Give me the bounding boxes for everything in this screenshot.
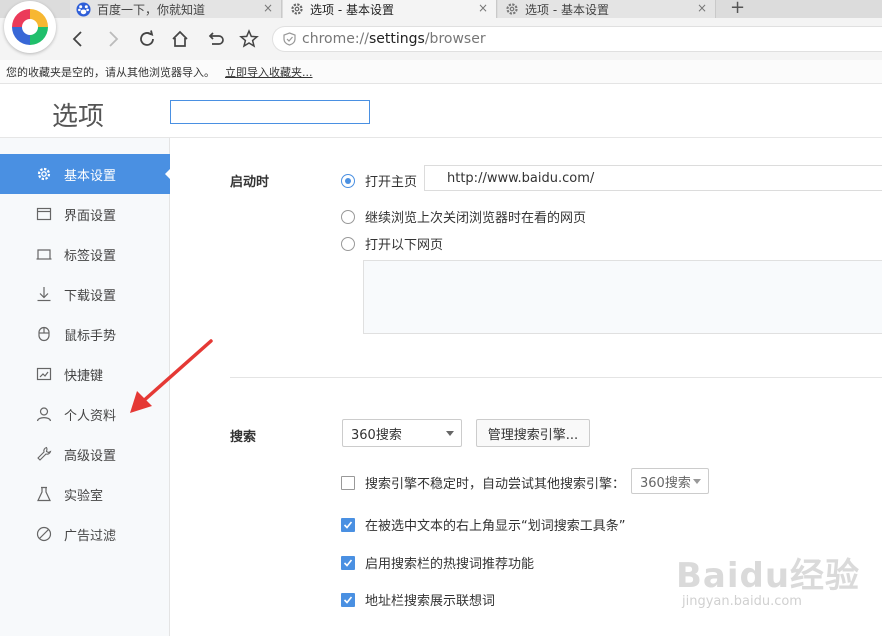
import-bookmarks-link[interactable]: 立即导入收藏夹... [225,64,313,80]
window-icon [36,206,52,222]
mouse-icon [36,326,52,342]
sidebar-item-label: 个人资料 [64,408,117,424]
select-value: 360搜索 [640,475,691,491]
close-icon[interactable]: × [263,1,273,15]
tab-settings[interactable]: 选项 - 基本设置 × [498,0,716,18]
checkbox[interactable] [341,475,355,490]
search-fallback-option[interactable]: 搜索引擎不稳定时，自动尝试其他搜索引擎： [341,473,625,492]
address-scheme: chrome:// [302,31,369,47]
undo-close-icon[interactable] [203,27,227,51]
checkbox[interactable] [341,555,355,570]
gear-icon [289,2,304,17]
homepage-url-field[interactable]: http://www.baidu.com/ [424,165,882,191]
radio-button[interactable] [341,236,355,251]
annotation-arrow-icon [130,339,213,413]
sidebar-item-download[interactable]: 下载设置 [0,274,170,314]
settings-content: 启动时 打开主页 http://www.baidu.com/ 继续浏览上次关闭浏… [171,138,882,636]
section-divider [230,377,882,378]
bookmarks-empty-message: 您的收藏夹是空的，请从其他浏览器导入。 [6,65,215,79]
search-option-hot-words[interactable]: 启用搜索栏的热搜词推荐功能 [341,553,534,572]
settings-search-input[interactable] [170,100,370,124]
address-bar[interactable]: chrome://settings/browser [272,26,882,52]
browser-logo-icon[interactable] [4,1,56,53]
check-icon [343,595,353,604]
star-icon[interactable] [237,27,261,51]
sidebar-item-lab[interactable]: 实验室 [0,474,170,514]
tab-title: 选项 - 基本设置 [310,2,394,17]
browser-toolbar: chrome://settings/browser [0,18,882,60]
sidebar-item-label: 实验室 [64,488,104,504]
shield-icon [283,32,296,46]
startup-option-homepage[interactable]: 打开主页 [341,171,417,190]
sidebar-item-label: 高级设置 [64,448,117,464]
startup-pages-list[interactable] [363,260,882,334]
refresh-icon[interactable] [135,27,159,51]
chevron-down-icon [693,479,701,484]
gear-icon [504,2,519,17]
search-option-suggestions[interactable]: 地址栏搜索展示联想词 [341,590,495,609]
home-icon[interactable] [168,27,192,51]
sidebar-item-label: 广告过滤 [64,528,117,544]
sidebar-item-label: 界面设置 [64,208,117,224]
sidebar-item-label: 快捷键 [64,368,104,384]
forward-icon[interactable] [101,27,125,51]
address-path: /browser [424,31,486,47]
checkbox[interactable] [341,592,355,607]
download-icon [36,286,52,302]
sidebar-item-advanced[interactable]: 高级设置 [0,434,170,474]
radio-label: 继续浏览上次关闭浏览器时在看的网页 [365,211,587,226]
check-icon [343,520,353,529]
wrench-icon [36,446,52,462]
address-host: settings [369,31,425,47]
block-icon [36,526,52,542]
startup-option-restore[interactable]: 继续浏览上次关闭浏览器时在看的网页 [341,207,586,226]
manage-search-engines-button[interactable]: 管理搜索引擎... [476,419,590,447]
search-section-label: 搜索 [230,430,257,445]
user-icon [36,406,52,422]
radio-label: 打开主页 [365,175,418,190]
close-icon[interactable]: × [478,1,488,15]
radio-button[interactable] [341,173,355,188]
close-icon[interactable]: × [697,1,707,15]
check-icon [343,558,353,567]
select-value: 360搜索 [351,427,402,443]
radio-button[interactable] [341,209,355,224]
sidebar-item-adblock[interactable]: 广告过滤 [0,514,170,554]
sidebar-item-tabs[interactable]: 标签设置 [0,234,170,274]
checkbox-label: 搜索引擎不稳定时，自动尝试其他搜索引擎： [365,477,626,492]
chevron-down-icon [446,431,454,436]
gear-icon [36,166,52,182]
flask-icon [36,486,52,502]
checkbox-label: 在被选中文本的右上角显示“划词搜索工具条” [365,519,626,534]
checkbox-label: 启用搜索栏的热搜词推荐功能 [365,557,535,572]
tab-icon [36,246,52,262]
sidebar-item-label: 基本设置 [64,168,117,184]
search-option-toolbar[interactable]: 在被选中文本的右上角显示“划词搜索工具条” [341,515,625,534]
fallback-engine-select[interactable]: 360搜索 [631,468,709,494]
baidu-paw-icon [76,1,91,17]
sidebar-item-interface[interactable]: 界面设置 [0,194,170,234]
tab-baidu[interactable]: 百度一下，你就知道 × [70,0,282,18]
sidebar-item-label: 下载设置 [64,288,117,304]
checkbox[interactable] [341,517,355,532]
tab-strip: 百度一下，你就知道 × 选项 - 基本设置 × 选项 - 基本设置 × + [0,0,882,18]
bookmarks-bar: 您的收藏夹是空的，请从其他浏览器导入。 立即导入收藏夹... [0,60,882,84]
new-tab-button[interactable]: + [730,0,745,18]
sidebar-item-label: 鼠标手势 [64,328,117,344]
sidebar-item-basic[interactable]: 基本设置 [0,154,171,194]
startup-option-pages[interactable]: 打开以下网页 [341,234,443,253]
back-icon[interactable] [66,27,90,51]
page-title: 选项 [52,102,105,132]
search-engine-select[interactable]: 360搜索 [342,419,462,447]
radio-label: 打开以下网页 [365,238,444,253]
sidebar-item-label: 标签设置 [64,248,117,264]
startup-section-label: 启动时 [230,175,270,190]
keyboard-icon [36,366,52,382]
tab-title: 选项 - 基本设置 [525,2,609,17]
checkbox-label: 地址栏搜索展示联想词 [365,594,496,609]
tab-settings-active[interactable]: 选项 - 基本设置 × [283,0,497,18]
tab-title: 百度一下，你就知道 [97,2,206,17]
